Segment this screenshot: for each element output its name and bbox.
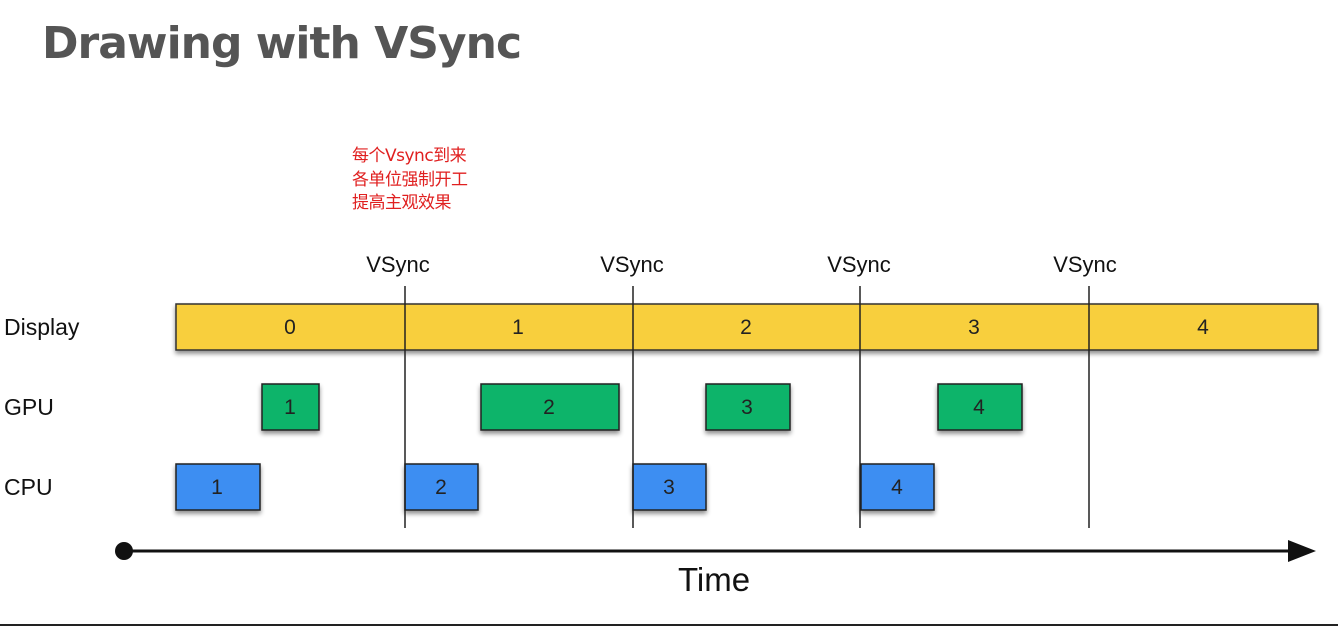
vsync-label: VSync	[366, 252, 430, 277]
display-frame-label: 3	[968, 316, 980, 339]
vsync-label: VSync	[827, 252, 891, 277]
row-label-display: Display	[4, 314, 80, 340]
gpu-block-label: 3	[741, 396, 753, 419]
display-frame-label: 1	[512, 316, 524, 339]
bottom-divider	[0, 624, 1338, 626]
display-frame-label: 2	[740, 316, 752, 339]
vsync-label: VSync	[1053, 252, 1117, 277]
gpu-block-label: 1	[284, 396, 296, 419]
row-label-gpu: GPU	[4, 394, 54, 420]
time-axis-arrowhead	[1288, 540, 1316, 562]
display-frame-label: 4	[1197, 316, 1209, 339]
cpu-block-label: 1	[211, 476, 223, 499]
vsync-label: VSync	[600, 252, 664, 277]
time-axis-label: Time	[678, 561, 750, 598]
gpu-block-label: 4	[973, 396, 985, 419]
display-frame-label: 0	[284, 316, 296, 339]
row-label-cpu: CPU	[4, 474, 53, 500]
cpu-block-label: 2	[435, 476, 447, 499]
cpu-block-label: 4	[891, 476, 903, 499]
gpu-block-label: 2	[543, 396, 555, 419]
vsync-timing-diagram: Display GPU CPU 0 1 2 3 4 1 2 3 4 1 2 3 …	[4, 252, 1319, 598]
cpu-block-label: 3	[663, 476, 675, 499]
